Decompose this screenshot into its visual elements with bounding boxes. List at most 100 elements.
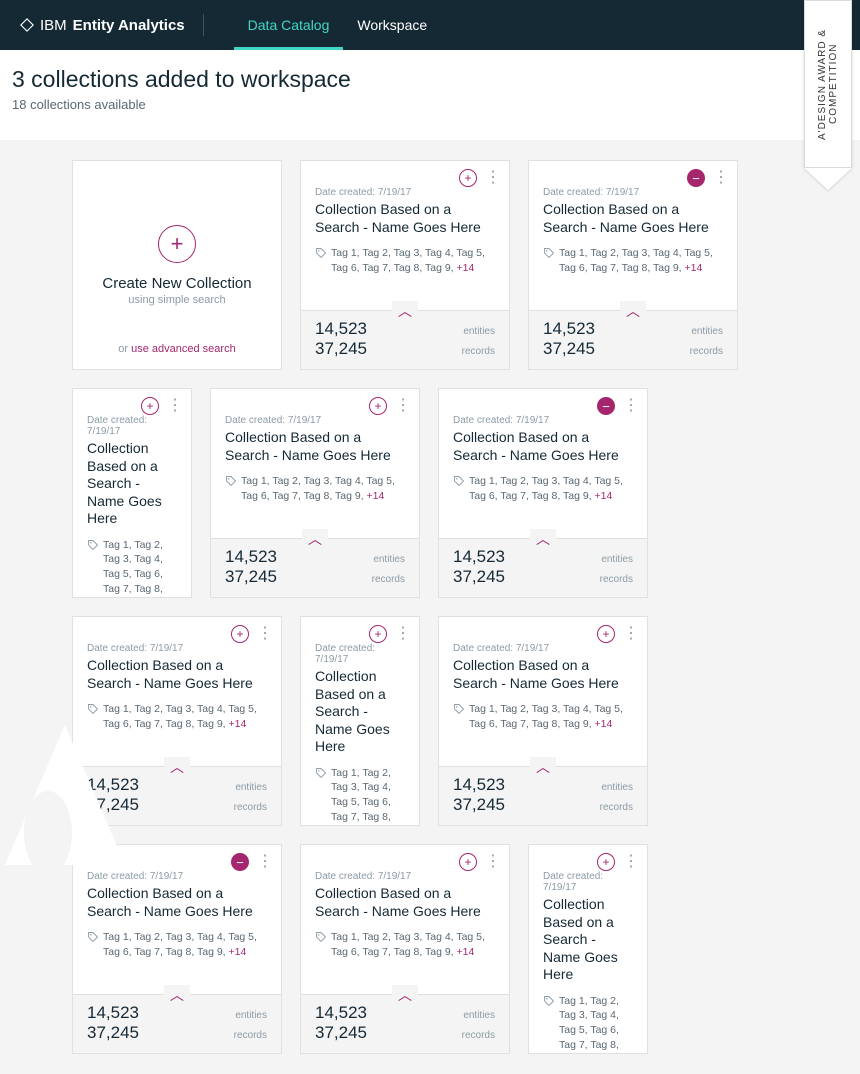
kebab-icon[interactable]: ⋮	[395, 398, 411, 414]
stat-entities: 14,523entities	[315, 1003, 495, 1023]
tags-text: Tag 1, Tag 2, Tag 3, Tag 4, Tag 5, Tag 6…	[241, 474, 405, 503]
entities-label: entities	[235, 782, 267, 793]
card-actions: +⋮	[597, 853, 639, 871]
page-subtitle: 18 collections available	[12, 97, 840, 112]
chevron-up-icon[interactable]: ︿	[392, 985, 418, 1005]
tags-more[interactable]: +14	[595, 490, 613, 502]
add-icon[interactable]: +	[231, 625, 249, 643]
remove-icon[interactable]: −	[687, 169, 705, 187]
chevron-up-icon[interactable]: ︿	[530, 757, 556, 777]
collection-card[interactable]: + ⋮Date created: 7/19/17 Collection Based …	[300, 844, 510, 1054]
collection-card[interactable]: +⋮Date created: 7/19/17Collection Based …	[300, 160, 510, 370]
records-count: 37,245	[315, 1023, 367, 1043]
collection-card[interactable]: +⋮Date created: 7/19/17Collection Based …	[528, 844, 648, 1054]
tag-icon	[225, 475, 237, 503]
entities-count: 14,523	[453, 775, 505, 795]
card-body: +⋮Date created: 7/19/17Collection Based …	[529, 845, 647, 1054]
entities-label: entities	[463, 326, 495, 337]
kebab-icon[interactable]: ⋮	[167, 398, 183, 414]
records-count: 37,245	[453, 795, 505, 815]
card-body: −⋮Date created: 7/19/17Collection Based …	[439, 389, 647, 538]
collection-card[interactable]: +⋮Date created: 7/19/17Collection Based …	[72, 388, 192, 598]
card-body: −⋮Date created: 7/19/17Collection Based …	[73, 845, 281, 994]
tags-text: Tag 1, Tag 2, Tag 3, Tag 4, Tag 5, Tag 6…	[331, 930, 495, 959]
add-icon[interactable]: +	[459, 853, 477, 871]
kebab-icon[interactable]: ⋮	[485, 854, 501, 870]
tags-more[interactable]: +14	[135, 597, 153, 598]
collection-card[interactable]: +⋮Date created: 7/19/17Collection Based …	[72, 616, 282, 826]
collection-grid: + Create New Collection using simple sea…	[0, 140, 860, 1074]
collection-card[interactable]: −⋮Date created: 7/19/17Collection Based …	[438, 388, 648, 598]
create-alt-prefix: or	[118, 343, 131, 355]
tags-more[interactable]: +14	[685, 262, 703, 274]
kebab-icon[interactable]: ⋮	[485, 170, 501, 186]
nav-workspace[interactable]: Workspace	[343, 0, 441, 50]
stat-entities: 14,523entities	[453, 775, 633, 795]
create-subtitle: using simple search	[128, 294, 225, 306]
tags-more[interactable]: +14	[595, 718, 613, 730]
remove-icon[interactable]: −	[231, 853, 249, 871]
tags-text: Tag 1, Tag 2, Tag 3, Tag 4, Tag 5, Tag 6…	[103, 538, 177, 599]
records-label: records	[234, 802, 267, 813]
collection-title: Collection Based on a Search - Name Goes…	[87, 440, 177, 528]
collection-card[interactable]: +⋮Date created: 7/19/17Collection Based …	[438, 616, 648, 826]
stat-entities: 14,523entities	[453, 547, 633, 567]
kebab-icon[interactable]: ⋮	[623, 626, 639, 642]
card-actions: +⋮	[231, 625, 273, 643]
advanced-search-link[interactable]: use advanced search	[131, 343, 236, 355]
add-icon[interactable]: +	[369, 625, 387, 643]
add-icon[interactable]: +	[597, 625, 615, 643]
tags-more[interactable]: +14	[457, 946, 475, 958]
create-alt: or use advanced search	[118, 343, 235, 355]
create-collection-card[interactable]: + Create New Collection using simple sea…	[72, 160, 282, 370]
tags-more[interactable]: +14	[229, 718, 247, 730]
chevron-up-icon[interactable]: ︿	[302, 529, 328, 549]
kebab-icon[interactable]: ⋮	[395, 626, 411, 642]
kebab-icon[interactable]: ⋮	[257, 854, 273, 870]
nav-data-catalog[interactable]: Data Catalog	[234, 0, 344, 50]
tags-text: Tag 1, Tag 2, Tag 3, Tag 4, Tag 5, Tag 6…	[469, 474, 633, 503]
collection-card[interactable]: −⋮Date created: 7/19/17Collection Based …	[72, 844, 282, 1054]
collection-title: Collection Based on a Search - Name Goes…	[315, 885, 495, 920]
kebab-icon[interactable]: ⋮	[623, 398, 639, 414]
add-icon[interactable]: +	[459, 169, 477, 187]
date-created: Date created: 7/19/17	[315, 643, 405, 665]
card-body: −⋮Date created: 7/19/17Collection Based …	[529, 161, 737, 310]
add-icon[interactable]: +	[369, 397, 387, 415]
top-nav: Data Catalog Workspace	[234, 0, 442, 50]
tags-more[interactable]: +14	[591, 1053, 609, 1054]
collection-card[interactable]: −⋮Date created: 7/19/17Collection Based …	[528, 160, 738, 370]
tag-icon	[87, 931, 99, 959]
tags-more[interactable]: +14	[363, 825, 381, 826]
records-label: records	[234, 1030, 267, 1041]
stat-records: 37,245records	[315, 339, 495, 359]
chevron-up-icon[interactable]: ︿	[164, 757, 190, 777]
tags-more[interactable]: +14	[367, 490, 385, 502]
records-count: 37,245	[87, 1023, 139, 1043]
date-created: Date created: 7/19/17	[315, 871, 495, 882]
records-count: 37,245	[453, 567, 505, 587]
kebab-icon[interactable]: ⋮	[257, 626, 273, 642]
add-icon[interactable]: +	[597, 853, 615, 871]
tag-icon	[453, 475, 465, 503]
entities-count: 14,523	[315, 319, 367, 339]
stat-records: 37,245records	[315, 1023, 495, 1043]
chevron-up-icon[interactable]: ︿	[530, 529, 556, 549]
chevron-up-icon[interactable]: ︿	[392, 301, 418, 321]
add-icon[interactable]: +	[141, 397, 159, 415]
tags-more[interactable]: +14	[457, 262, 475, 274]
card-stats: ︿14,523entities37,245records	[439, 766, 647, 825]
card-body: +⋮Date created: 7/19/17Collection Based …	[73, 617, 281, 766]
kebab-icon[interactable]: ⋮	[623, 854, 639, 870]
card-actions: −⋮	[597, 397, 639, 415]
stat-records: 37,245records	[453, 567, 633, 587]
collection-card[interactable]: +⋮Date created: 7/19/17Collection Based …	[300, 616, 420, 826]
chevron-up-icon[interactable]: ︿	[620, 301, 646, 321]
tags-more[interactable]: +14	[229, 946, 247, 958]
kebab-icon[interactable]: ⋮	[713, 170, 729, 186]
collection-card[interactable]: +⋮Date created: 7/19/17Collection Based …	[210, 388, 420, 598]
card-actions: +⋮	[597, 625, 639, 643]
remove-icon[interactable]: −	[597, 397, 615, 415]
chevron-up-icon[interactable]: ︿	[164, 985, 190, 1005]
card-actions: −⋮	[231, 853, 273, 871]
